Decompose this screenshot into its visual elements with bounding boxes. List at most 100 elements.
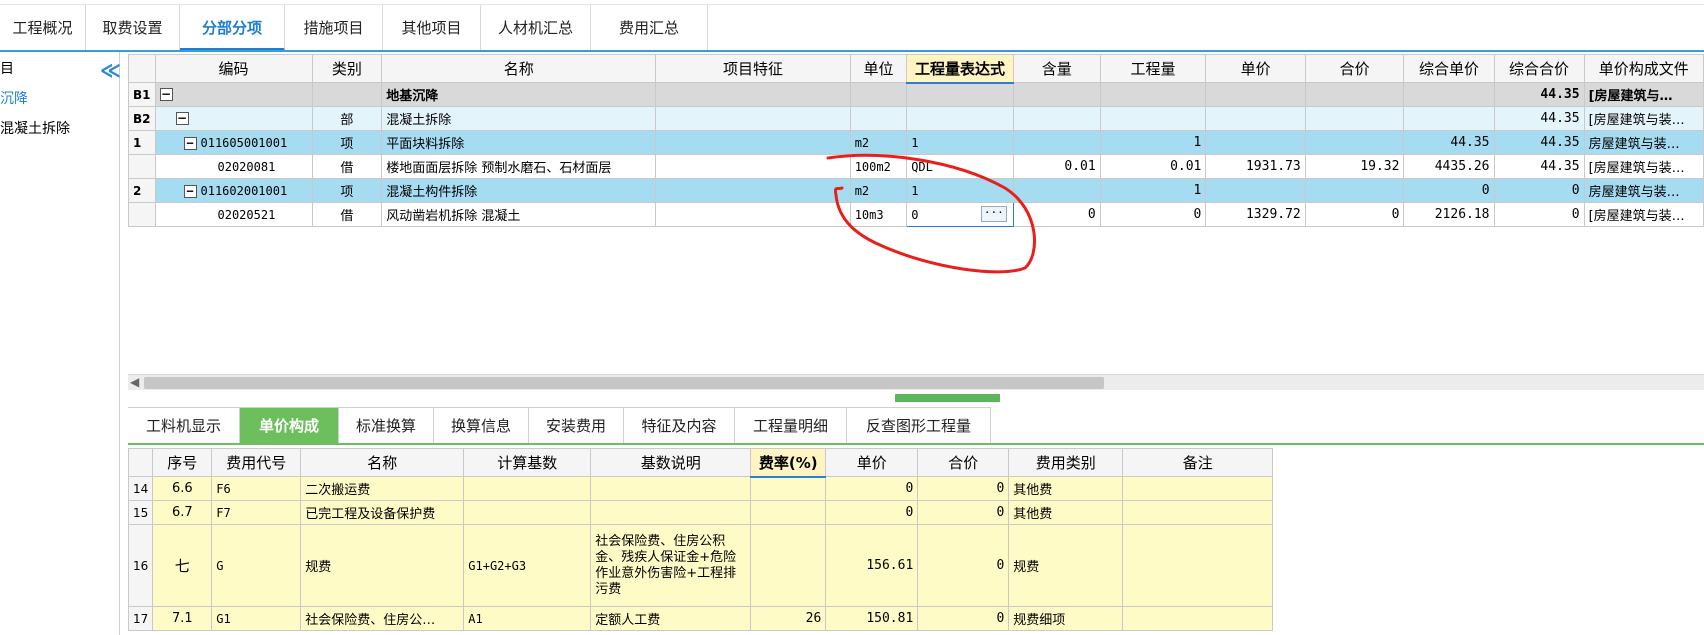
cell-category[interactable]: 规费 — [1008, 524, 1124, 607]
cell-seq[interactable]: 7.1 — [152, 606, 213, 631]
detail-header-rate[interactable]: 费率(%) — [750, 448, 827, 478]
cell-feature[interactable] — [655, 178, 851, 203]
detail-header-code[interactable]: 费用代号 — [211, 448, 302, 477]
cell-rate[interactable] — [750, 524, 827, 607]
collapse-panel-icon[interactable]: ≪ — [100, 58, 121, 82]
horizontal-scrollbar[interactable]: ◀ — [128, 374, 1704, 390]
tab-quantity-detail[interactable]: 工程量明细 — [735, 407, 847, 443]
cell-code[interactable]: G — [211, 524, 302, 607]
tab-features-content[interactable]: 特征及内容 — [624, 407, 735, 443]
cell-name[interactable]: 规费 — [300, 524, 465, 607]
tab-cost-summary[interactable]: 费用汇总 — [591, 5, 708, 51]
cell-file[interactable]: 房屋建筑与装… — [1583, 178, 1704, 203]
cell-qty[interactable]: 1 — [1099, 130, 1207, 155]
collapse-node-icon[interactable]: − — [183, 184, 197, 198]
collapse-node-icon[interactable]: − — [183, 136, 197, 150]
cell-unit[interactable] — [849, 82, 908, 107]
cell-note[interactable] — [1122, 606, 1274, 631]
cell-qty[interactable]: 0 — [1099, 202, 1207, 227]
tab-graphic-quantity-lookup[interactable]: 反查图形工程量 — [847, 407, 991, 443]
cell-base-desc[interactable] — [590, 476, 752, 501]
header-type[interactable]: 类别 — [311, 54, 383, 83]
detail-row[interactable]: 15 6.7 F7 已完工程及设备保护费 0 0 其他费 — [128, 500, 1274, 525]
cell-content[interactable] — [1012, 130, 1101, 155]
cell-base[interactable]: G1+G2+G3 — [463, 524, 592, 607]
cell-code[interactable]: G1 — [211, 606, 302, 631]
cell-code[interactable]: F7 — [211, 500, 302, 525]
cell-note[interactable] — [1122, 524, 1274, 607]
header-price[interactable]: 单价 — [1205, 54, 1306, 83]
header-unit-total[interactable]: 综合单价 — [1403, 54, 1495, 83]
tab-sub-items[interactable]: 分部分项 — [180, 5, 285, 51]
cell-expr[interactable] — [906, 82, 1014, 107]
tab-other-items[interactable]: 其他项目 — [383, 5, 481, 51]
cell-file[interactable]: [房屋建筑与… — [1583, 82, 1704, 107]
cell-expr[interactable]: 1 — [906, 130, 1014, 155]
cell-content[interactable] — [1012, 82, 1101, 107]
header-name[interactable]: 名称 — [381, 54, 657, 83]
cell-feature[interactable] — [655, 202, 851, 227]
cell-base-desc[interactable]: 社会保险费、住房公积金、残疾人保证金+危险作业意外伤害险+工程排污费 — [590, 524, 752, 607]
cell-seq[interactable]: 七 — [152, 524, 213, 607]
cell-name[interactable]: 混凝土拆除 — [381, 106, 657, 131]
cell-unit[interactable]: 100m2 — [849, 154, 908, 179]
cell-note[interactable] — [1122, 500, 1274, 525]
cell-unit[interactable]: m2 — [849, 178, 908, 203]
cell-name[interactable]: 风动凿岩机拆除 混凝土 — [381, 202, 657, 227]
cell-content[interactable]: 0 — [1012, 202, 1101, 227]
detail-header-base-desc[interactable]: 基数说明 — [590, 448, 752, 477]
header-total[interactable]: 合价 — [1304, 54, 1405, 83]
table-row[interactable]: 1 −011605001001 项 平面块料拆除 m2 1 1 44.35 44… — [128, 130, 1704, 155]
cell-feature[interactable] — [655, 130, 851, 155]
cell-base-desc[interactable]: 定额人工费 — [590, 606, 752, 631]
expression-edit-button[interactable]: ··· — [980, 206, 1007, 222]
cell-note[interactable] — [1122, 476, 1274, 501]
header-content[interactable]: 含量 — [1012, 54, 1101, 83]
cell-qty[interactable]: 0.01 — [1099, 154, 1207, 179]
detail-header-price[interactable]: 单价 — [825, 448, 919, 477]
detail-header-seq[interactable]: 序号 — [152, 448, 213, 477]
cell-qty[interactable] — [1099, 82, 1207, 107]
cell-expr-editing[interactable]: 0 ··· — [906, 202, 1014, 227]
tab-standard-conversion[interactable]: 标准换算 — [339, 407, 434, 443]
detail-row[interactable]: 17 7.1 G1 社会保险费、住房公… A1 定额人工费 26 150.81 … — [128, 606, 1274, 631]
cell-name[interactable]: 已完工程及设备保护费 — [300, 500, 465, 525]
cell-file[interactable]: [房屋建筑与装… — [1583, 106, 1704, 131]
cell-name[interactable]: 楼地面面层拆除 预制水磨石、石材面层 — [381, 154, 657, 179]
table-row[interactable]: B2 − 部 混凝土拆除 44.35 [房屋建筑与装… — [128, 106, 1704, 131]
cell-feature[interactable] — [655, 154, 851, 179]
cell-base[interactable] — [463, 476, 592, 501]
cell-name[interactable]: 平面块料拆除 — [381, 130, 657, 155]
detail-row[interactable]: 16 七 G 规费 G1+G2+G3 社会保险费、住房公积金、残疾人保证金+危险… — [128, 524, 1274, 607]
table-row[interactable]: 2 −011602001001 项 混凝土构件拆除 m2 1 1 0 0 房屋建… — [128, 178, 1704, 203]
header-code[interactable]: 编码 — [154, 54, 313, 83]
cell-unit[interactable]: 10m3 — [849, 202, 908, 227]
cell-unit[interactable] — [849, 106, 908, 131]
tab-project-overview[interactable]: 工程概况 — [0, 5, 86, 51]
cell-base[interactable] — [463, 500, 592, 525]
scrollbar-thumb[interactable] — [144, 377, 1104, 389]
cell-category[interactable]: 规费细项 — [1008, 606, 1124, 631]
cell-code[interactable]: F6 — [211, 476, 302, 501]
cell-base[interactable]: A1 — [463, 606, 592, 631]
cell-rate[interactable] — [750, 476, 827, 501]
cell-feature[interactable] — [655, 82, 851, 107]
cell-name[interactable]: 地基沉降 — [381, 82, 657, 107]
cell-base-desc[interactable] — [590, 500, 752, 525]
detail-header-total[interactable]: 合价 — [917, 448, 1010, 477]
tab-labor-material-display[interactable]: 工料机显示 — [128, 407, 240, 443]
detail-header-note[interactable]: 备注 — [1122, 448, 1274, 477]
cell-expr[interactable]: QDL — [906, 154, 1014, 179]
header-feature[interactable]: 项目特征 — [655, 54, 851, 83]
cell-name[interactable]: 混凝土构件拆除 — [381, 178, 657, 203]
tab-installation-cost[interactable]: 安装费用 — [529, 407, 624, 443]
tab-fee-settings[interactable]: 取费设置 — [86, 5, 180, 51]
cell-name[interactable]: 二次搬运费 — [300, 476, 465, 501]
tree-item-foundation-settlement[interactable]: 沉降 — [0, 88, 28, 108]
tree-item-concrete-demolition[interactable]: 混凝土拆除 — [0, 118, 70, 138]
panel-splitter-handle[interactable] — [895, 394, 1000, 402]
cell-rate[interactable] — [750, 500, 827, 525]
cell-file[interactable]: 房屋建筑与装… — [1583, 130, 1704, 155]
cell-content[interactable] — [1012, 178, 1101, 203]
detail-header-base[interactable]: 计算基数 — [463, 448, 592, 477]
